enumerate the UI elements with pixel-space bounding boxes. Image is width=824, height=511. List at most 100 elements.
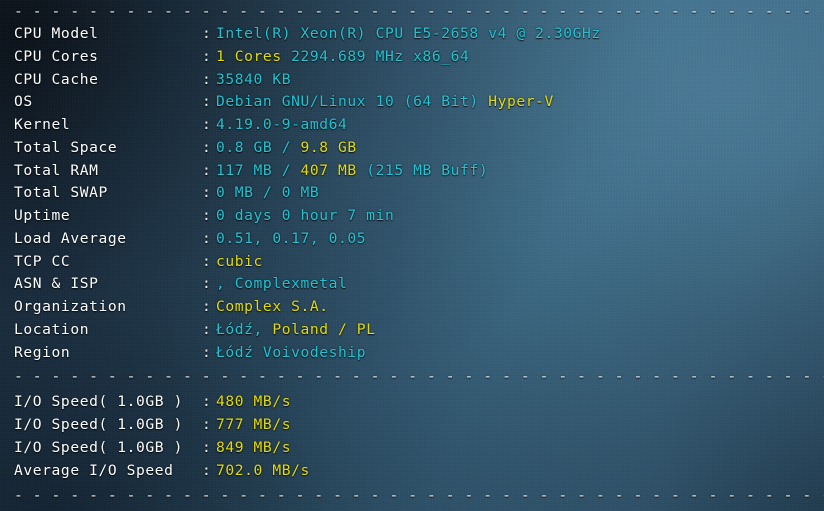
info-row-cpu-cores-value: 1 Cores 2294.689 MHz x86_64 — [216, 48, 469, 65]
info-row-asn-isp: ASN & ISP:, Complexmetal — [14, 275, 347, 292]
info-row-cpu-cache: CPU Cache:35840 KB — [14, 71, 291, 88]
terminal-window: - - - - - - - - - - - - - - - - - - - - … — [0, 0, 824, 511]
info-row-os-value: Debian GNU/Linux 10 (64 Bit) Hyper-V — [216, 93, 554, 110]
io-row-1-value: 777 MB/s — [216, 416, 291, 433]
value-segment: 407 MB — [300, 161, 357, 179]
info-row-total-swap: Total SWAP:0 MB / 0 MB — [14, 184, 319, 201]
value-segment: 777 MB/s — [216, 416, 292, 433]
io-row-0-value: 480 MB/s — [216, 393, 291, 410]
value-segment: 2294.689 MHz x86_64 — [281, 47, 470, 65]
value-segment: 117 MB / — [216, 161, 301, 179]
colon-separator: : — [202, 138, 212, 156]
separator-middle: - - - - - - - - - - - - - - - - - - - - … — [14, 368, 824, 386]
io-row-1-label: I/O Speed( 1.0GB ) — [14, 416, 183, 433]
info-row-cpu-model-value: Intel(R) Xeon(R) CPU E5-2658 v4 @ 2.30GH… — [216, 25, 601, 42]
info-row-uptime-value: 0 days 0 hour 7 min — [216, 207, 394, 224]
io-row-0-label: I/O Speed( 1.0GB ) — [14, 393, 183, 411]
value-segment: cubic — [216, 252, 263, 270]
info-row-region: Region: Łódź Voivodeship — [14, 344, 366, 361]
value-segment: Łódź Voivodeship — [216, 343, 367, 361]
value-segment: 9.8 GB — [300, 138, 357, 156]
info-row-location-label: Location — [14, 320, 90, 338]
info-row-asn-isp-value: , Complexmetal — [216, 275, 347, 292]
separator-top: - - - - - - - - - - - - - - - - - - - - … — [14, 3, 824, 20]
info-row-uptime-label: Uptime — [14, 207, 71, 224]
colon-separator: : — [202, 461, 212, 479]
info-row-kernel-label: Kernel — [14, 116, 71, 133]
info-row-os: OS: Debian GNU/Linux 10 (64 Bit) Hyper-V — [14, 93, 554, 110]
info-row-cpu-model: CPU Model: Intel(R) Xeon(R) CPU E5-2658 v… — [14, 25, 601, 42]
info-row-tcp-cc-value: cubic — [216, 253, 263, 270]
io-row-0: I/O Speed( 1.0GB ):480 MB/s — [14, 393, 291, 410]
colon-separator: : — [202, 320, 212, 338]
info-row-total-ram: Total RAM:117 MB / 407 MB (215 MB Buff) — [14, 162, 488, 179]
colon-separator: : — [202, 70, 212, 88]
value-segment: 480 MB/s — [216, 393, 292, 411]
value-segment: (215 MB Buff) — [356, 161, 489, 179]
info-row-load-average: Load Average:0.51, 0.17, 0.05 — [14, 230, 366, 247]
io-row-3: Average I/O Speed:702.0 MB/s — [14, 462, 310, 479]
info-row-location-value: Łódź, Poland / PL — [216, 321, 376, 338]
info-row-total-space: Total Space:0.8 GB / 9.8 GB — [14, 139, 357, 156]
colon-separator: : — [202, 93, 212, 111]
info-row-cpu-cores-label: CPU Cores — [14, 47, 99, 65]
colon-separator: : — [202, 116, 212, 133]
colon-separator: : — [202, 252, 212, 270]
colon-separator: : — [202, 298, 212, 315]
value-segment: Łódź, — [216, 320, 273, 338]
info-row-total-space-label: Total Space — [14, 138, 118, 156]
info-row-tcp-cc-label: TCP CC — [14, 252, 71, 270]
colon-separator: : — [202, 438, 212, 456]
colon-separator: : — [202, 229, 212, 247]
value-segment: , Complexmetal — [216, 275, 348, 293]
colon-separator: : — [202, 343, 212, 361]
io-row-2-value: 849 MB/s — [216, 439, 291, 456]
info-row-total-ram-value: 117 MB / 407 MB (215 MB Buff) — [216, 162, 488, 179]
colon-separator: : — [202, 393, 212, 411]
info-row-cpu-cache-label: CPU Cache — [14, 70, 99, 88]
info-row-region-label: Region — [14, 343, 71, 361]
io-row-3-label: Average I/O Speed — [14, 461, 174, 479]
info-row-total-ram-label: Total RAM — [14, 161, 99, 179]
value-segment: 0 days 0 hour 7 min — [216, 207, 395, 224]
value-segment: 0.8 GB / — [216, 138, 301, 156]
value-segment: Poland / PL — [272, 320, 376, 338]
info-row-load-average-value: 0.51, 0.17, 0.05 — [216, 230, 366, 247]
io-row-1: I/O Speed( 1.0GB ):777 MB/s — [14, 416, 291, 433]
io-row-2: I/O Speed( 1.0GB ):849 MB/s — [14, 439, 291, 456]
value-segment: 0.51, 0.17, 0.05 — [216, 229, 367, 247]
info-row-total-swap-value: 0 MB / 0 MB — [216, 184, 319, 201]
info-row-cpu-model-label: CPU Model — [14, 25, 99, 42]
colon-separator: : — [202, 161, 212, 179]
value-segment: 35840 KB — [216, 70, 292, 88]
info-row-uptime: Uptime:0 days 0 hour 7 min — [14, 207, 394, 224]
colon-separator: : — [202, 47, 212, 65]
colon-separator: : — [202, 275, 212, 293]
separator-bottom: - - - - - - - - - - - - - - - - - - - - … — [14, 487, 824, 505]
colon-separator: : — [202, 416, 212, 433]
value-segment: 849 MB/s — [216, 438, 292, 456]
io-row-3-value: 702.0 MB/s — [216, 462, 310, 479]
info-row-kernel-value: 4.19.0-9-amd64 — [216, 116, 347, 133]
info-row-kernel: Kernel:4.19.0-9-amd64 — [14, 116, 347, 133]
info-row-total-swap-label: Total SWAP — [14, 184, 108, 202]
info-row-cpu-cache-value: 35840 KB — [216, 71, 291, 88]
info-row-tcp-cc: TCP CC: cubic — [14, 253, 263, 270]
colon-separator: : — [202, 25, 212, 42]
info-row-region-value: Łódź Voivodeship — [216, 344, 366, 361]
colon-separator: : — [202, 207, 212, 224]
info-row-organization-value: Complex S.A. — [216, 298, 329, 315]
info-row-cpu-cores: CPU Cores:1 Cores 2294.689 MHz x86_64 — [14, 48, 469, 65]
value-segment: 702.0 MB/s — [216, 461, 310, 479]
info-row-total-space-value: 0.8 GB / 9.8 GB — [216, 139, 357, 156]
value-segment: 1 Cores — [216, 47, 282, 65]
value-segment: Complex S.A. — [216, 298, 329, 315]
info-row-organization: Organization: Complex S.A. — [14, 298, 329, 315]
info-row-organization-label: Organization — [14, 298, 127, 315]
info-row-load-average-label: Load Average — [14, 229, 127, 247]
io-row-2-label: I/O Speed( 1.0GB ) — [14, 438, 183, 456]
value-segment: Intel(R) Xeon(R) CPU E5-2658 v4 @ 2.30GH… — [216, 25, 601, 42]
info-row-asn-isp-label: ASN & ISP — [14, 275, 99, 293]
value-segment: Debian GNU/Linux 10 (64 Bit) — [216, 93, 489, 111]
value-segment: 0 MB / 0 MB — [216, 184, 320, 202]
